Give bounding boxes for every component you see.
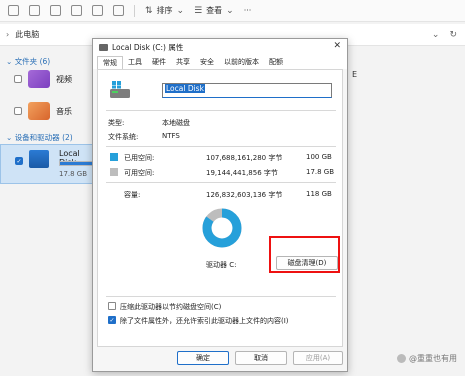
chevron-right-icon: › [6,30,10,39]
delete-icon[interactable] [113,5,124,16]
folders-header-label: 文件夹 (6) [14,57,51,66]
dialog-tabs: 常规 工具 硬件 共享 安全 以前的版本 配额 [93,55,347,69]
cancel-button[interactable]: 取消 [235,351,287,365]
paste-icon[interactable] [50,5,61,16]
windows-drive-icon [29,150,49,168]
video-folder-icon [28,70,50,88]
used-space-label: 已用空间: [124,154,155,162]
drive-name-input[interactable]: Local Disk [162,83,332,98]
filesystem-label: 文件系统: [108,133,139,141]
chevron-down-icon: ⌄ [6,133,13,142]
used-space-bytes: 107,688,161,280 字节 [206,154,283,162]
item-checkbox[interactable] [14,75,22,83]
toolbar-divider [134,4,135,17]
capacity-bytes: 126,832,603,136 字节 [206,191,283,199]
used-space-gb: 100 GB [306,153,332,161]
sort-icon: ⇅ [145,5,153,16]
sort-label: 排序 [156,6,173,15]
divider [106,146,336,147]
divider [106,182,336,183]
compress-label: 压缩此驱动器以节约磁盘空间(C) [120,303,222,311]
devices-section-header[interactable]: ⌄ 设备和驱动器 (2) [6,132,73,143]
sort-button[interactable]: ⇅ 排序 ⌄ [145,5,184,16]
view-button[interactable]: ☰ 查看 ⌄ [194,5,234,16]
ok-button[interactable]: 确定 [177,351,229,365]
chevron-down-icon: ⌄ [226,5,234,16]
folder-label-music: 音乐 [56,106,72,116]
explorer-toolbar: ⇅ 排序 ⌄ ☰ 查看 ⌄ ··· [0,0,465,22]
copy-icon[interactable] [29,5,40,16]
address-path: 此电脑 [15,30,40,39]
watermark-text: @重重也有用 [409,354,457,363]
close-icon[interactable]: ✕ [333,41,341,51]
general-tab-panel: Local Disk 类型: 本地磁盘 文件系统: NTFS 已用空间: 107… [97,69,343,347]
type-value: 本地磁盘 [162,119,190,127]
folder-label-videos: 视频 [56,74,72,84]
tab-6[interactable]: 配额 [264,56,288,69]
drive-free-text: 17.8 GB [59,170,88,178]
refresh-icon[interactable]: ↻ [449,30,457,40]
free-space-swatch [110,168,118,176]
drive-icon [99,43,108,51]
explorer-right-letter: E [352,70,358,79]
more-label: ··· [243,6,252,15]
index-checkbox[interactable]: ✓ [108,316,116,324]
item-checkbox[interactable]: ✓ [15,157,23,165]
index-label: 除了文件属性外，还允许索引此驱动器上文件的内容(I) [120,317,289,325]
watermark-icon [397,354,406,363]
free-space-label: 可用空间: [124,169,155,177]
tab-1[interactable]: 工具 [123,56,147,69]
apply-button[interactable]: 应用(A) [293,351,343,365]
share-icon[interactable] [92,5,103,16]
properties-dialog: Local Disk (C:) 属性 ✕ 常规 工具 硬件 共享 安全 以前的版本 配额 L… [92,38,348,372]
type-label: 类型: [108,119,125,127]
chevron-down-icon[interactable]: ⌄ [432,30,440,40]
new-icon[interactable] [8,5,19,16]
tab-0[interactable]: 常规 [97,56,123,69]
chevron-down-icon: ⌄ [176,5,185,16]
dialog-title-bar[interactable]: Local Disk (C:) 属性 [93,39,347,55]
free-space-bytes: 19,144,441,856 字节 [206,169,278,177]
drive-large-icon [109,80,131,100]
watermark: @重重也有用 [397,353,457,364]
rename-icon[interactable] [71,5,82,16]
tab-2[interactable]: 硬件 [147,56,171,69]
item-checkbox[interactable] [14,107,22,115]
folder-item-music[interactable]: 音乐 [14,102,72,120]
divider [106,296,336,297]
compress-checkbox[interactable] [108,302,116,310]
folders-section-header[interactable]: ⌄ 文件夹 (6) [6,56,50,67]
free-space-gb: 17.8 GB [306,168,335,176]
used-space-swatch [110,153,118,161]
drive-name-value: Local Disk [165,84,205,93]
tab-3[interactable]: 共享 [171,56,195,69]
view-icon: ☰ [194,5,203,16]
filesystem-value: NTFS [162,132,180,140]
tab-4[interactable]: 安全 [195,56,219,69]
view-label: 查看 [206,6,223,15]
folder-item-videos[interactable]: 视频 [14,70,72,88]
divider [106,110,336,111]
capacity-label: 容量: [124,191,141,199]
tab-5[interactable]: 以前的版本 [219,56,264,69]
chevron-down-icon: ⌄ [6,57,13,66]
drive-letter-label: 驱动器 C: [206,261,237,269]
capacity-gb: 118 GB [306,190,332,198]
devices-header-label: 设备和驱动器 (2) [14,133,73,142]
dialog-title: Local Disk (C:) 属性 [112,42,184,52]
more-button[interactable]: ··· [244,6,252,15]
disk-usage-donut [202,208,242,248]
address-controls: ⌄ ↻ [432,30,457,40]
highlight-box [269,236,340,273]
music-folder-icon [28,102,50,120]
drive-item-local-disk[interactable]: ✓ Local Disk 17.8 GB [0,144,115,184]
